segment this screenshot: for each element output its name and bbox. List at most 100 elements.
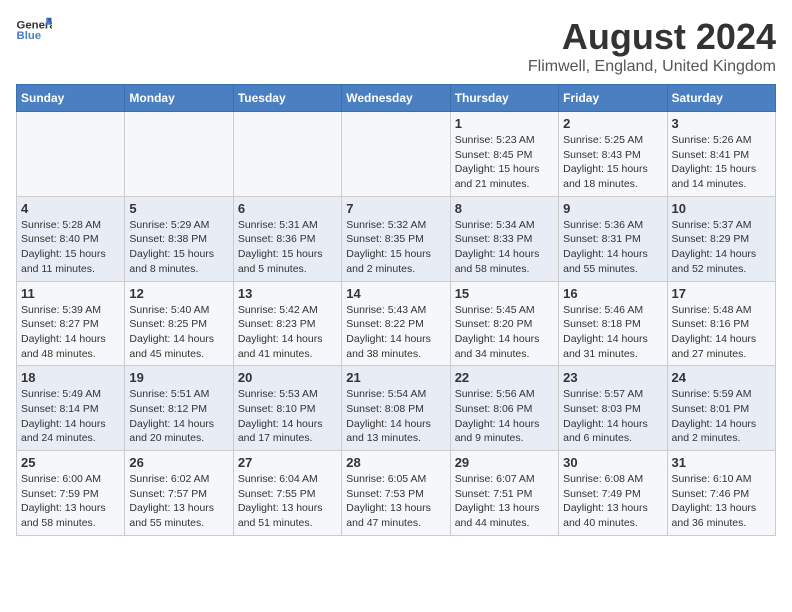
day-info: Sunrise: 5:25 AM Sunset: 8:43 PM Dayligh… bbox=[563, 133, 662, 192]
calendar-cell: 14 Sunrise: 5:43 AM Sunset: 8:22 PM Dayli… bbox=[342, 281, 450, 366]
day-number: 29 bbox=[455, 455, 554, 470]
day-number: 22 bbox=[455, 370, 554, 385]
day-number: 14 bbox=[346, 286, 445, 301]
day-number: 21 bbox=[346, 370, 445, 385]
calendar-cell: 15Sunrise: 5:45 AM Sunset: 8:20 PM Dayli… bbox=[450, 281, 558, 366]
day-number: 18 bbox=[21, 370, 120, 385]
calendar-cell: 26 Sunrise: 6:02 AM Sunset: 7:57 PM Dayli… bbox=[125, 451, 233, 536]
calendar-cell: 23 Sunrise: 5:57 AM Sunset: 8:03 PM Dayli… bbox=[559, 366, 667, 451]
calendar-cell: 11 Sunrise: 5:39 AM Sunset: 8:27 PM Dayli… bbox=[17, 281, 125, 366]
day-info: Sunrise: 6:08 AM Sunset: 7:49 PM Dayligh… bbox=[563, 472, 662, 531]
day-info: Sunrise: 6:00 AM Sunset: 7:59 PM Dayligh… bbox=[21, 472, 120, 531]
day-number: 11 bbox=[21, 286, 120, 301]
calendar-cell: 12 Sunrise: 5:40 AM Sunset: 8:25 PM Dayli… bbox=[125, 281, 233, 366]
day-info: Sunrise: 5:48 AM Sunset: 8:16 PM Dayligh… bbox=[672, 303, 771, 362]
day-info: Sunrise: 5:32 AM Sunset: 8:35 PM Dayligh… bbox=[346, 218, 445, 277]
calendar-cell: 2 Sunrise: 5:25 AM Sunset: 8:43 PM Daylig… bbox=[559, 112, 667, 197]
day-number: 24 bbox=[672, 370, 771, 385]
calendar-cell: 8 Sunrise: 5:34 AM Sunset: 8:33 PM Daylig… bbox=[450, 196, 558, 281]
calendar-week-row: 1Sunrise: 5:23 AM Sunset: 8:45 PM Daylig… bbox=[17, 112, 776, 197]
header-day-tuesday: Tuesday bbox=[233, 85, 341, 112]
day-number: 28 bbox=[346, 455, 445, 470]
day-info: Sunrise: 5:28 AM Sunset: 8:40 PM Dayligh… bbox=[21, 218, 120, 277]
calendar-week-row: 25Sunrise: 6:00 AM Sunset: 7:59 PM Dayli… bbox=[17, 451, 776, 536]
calendar-cell: 24 Sunrise: 5:59 AM Sunset: 8:01 PM Dayli… bbox=[667, 366, 775, 451]
calendar-cell: 29 Sunrise: 6:07 AM Sunset: 7:51 PM Dayli… bbox=[450, 451, 558, 536]
calendar-cell: 31 Sunrise: 6:10 AM Sunset: 7:46 PM Dayli… bbox=[667, 451, 775, 536]
header-day-sunday: Sunday bbox=[17, 85, 125, 112]
day-number: 10 bbox=[672, 201, 771, 216]
day-number: 8 bbox=[455, 201, 554, 216]
calendar-body: 1Sunrise: 5:23 AM Sunset: 8:45 PM Daylig… bbox=[17, 112, 776, 536]
day-number: 6 bbox=[238, 201, 337, 216]
day-number: 16 bbox=[563, 286, 662, 301]
day-info: Sunrise: 5:39 AM Sunset: 8:27 PM Dayligh… bbox=[21, 303, 120, 362]
calendar-cell: 13 Sunrise: 5:42 AM Sunset: 8:23 PM Dayli… bbox=[233, 281, 341, 366]
day-info: Sunrise: 5:57 AM Sunset: 8:03 PM Dayligh… bbox=[563, 387, 662, 446]
calendar-week-row: 18 Sunrise: 5:49 AM Sunset: 8:14 PM Dayli… bbox=[17, 366, 776, 451]
day-info: Sunrise: 5:46 AM Sunset: 8:18 PM Dayligh… bbox=[563, 303, 662, 362]
day-number: 15 bbox=[455, 286, 554, 301]
day-info: Sunrise: 5:49 AM Sunset: 8:14 PM Dayligh… bbox=[21, 387, 120, 446]
calendar-cell: 17 Sunrise: 5:48 AM Sunset: 8:16 PM Dayli… bbox=[667, 281, 775, 366]
day-number: 19 bbox=[129, 370, 228, 385]
day-info: Sunrise: 5:43 AM Sunset: 8:22 PM Dayligh… bbox=[346, 303, 445, 362]
day-info: Sunrise: 5:37 AM Sunset: 8:29 PM Dayligh… bbox=[672, 218, 771, 277]
day-info: Sunrise: 5:54 AM Sunset: 8:08 PM Dayligh… bbox=[346, 387, 445, 446]
day-number: 2 bbox=[563, 116, 662, 131]
subtitle: Flimwell, England, United Kingdom bbox=[528, 58, 776, 76]
day-info: Sunrise: 5:59 AM Sunset: 8:01 PM Dayligh… bbox=[672, 387, 771, 446]
day-info: Sunrise: 5:51 AM Sunset: 8:12 PM Dayligh… bbox=[129, 387, 228, 446]
calendar-cell bbox=[125, 112, 233, 197]
day-number: 30 bbox=[563, 455, 662, 470]
day-info: Sunrise: 6:05 AM Sunset: 7:53 PM Dayligh… bbox=[346, 472, 445, 531]
calendar-cell: 18 Sunrise: 5:49 AM Sunset: 8:14 PM Dayli… bbox=[17, 366, 125, 451]
day-number: 12 bbox=[129, 286, 228, 301]
logo-icon: General Blue bbox=[16, 16, 52, 44]
calendar-cell: 4 Sunrise: 5:28 AM Sunset: 8:40 PM Daylig… bbox=[17, 196, 125, 281]
day-number: 17 bbox=[672, 286, 771, 301]
day-info: Sunrise: 5:34 AM Sunset: 8:33 PM Dayligh… bbox=[455, 218, 554, 277]
calendar-cell: 27Sunrise: 6:04 AM Sunset: 7:55 PM Dayli… bbox=[233, 451, 341, 536]
day-info: Sunrise: 6:07 AM Sunset: 7:51 PM Dayligh… bbox=[455, 472, 554, 531]
day-number: 26 bbox=[129, 455, 228, 470]
calendar-week-row: 11 Sunrise: 5:39 AM Sunset: 8:27 PM Dayli… bbox=[17, 281, 776, 366]
calendar-cell: 5Sunrise: 5:29 AM Sunset: 8:38 PM Daylig… bbox=[125, 196, 233, 281]
day-number: 31 bbox=[672, 455, 771, 470]
page-header: General Blue August 2024 Flimwell, Engla… bbox=[16, 16, 776, 76]
calendar-cell: 3 Sunrise: 5:26 AM Sunset: 8:41 PM Daylig… bbox=[667, 112, 775, 197]
calendar-week-row: 4 Sunrise: 5:28 AM Sunset: 8:40 PM Daylig… bbox=[17, 196, 776, 281]
calendar-cell: 20Sunrise: 5:53 AM Sunset: 8:10 PM Dayli… bbox=[233, 366, 341, 451]
calendar-cell: 16 Sunrise: 5:46 AM Sunset: 8:18 PM Dayli… bbox=[559, 281, 667, 366]
day-info: Sunrise: 5:53 AM Sunset: 8:10 PM Dayligh… bbox=[238, 387, 337, 446]
day-number: 4 bbox=[21, 201, 120, 216]
day-info: Sunrise: 5:36 AM Sunset: 8:31 PM Dayligh… bbox=[563, 218, 662, 277]
day-number: 7 bbox=[346, 201, 445, 216]
day-number: 3 bbox=[672, 116, 771, 131]
calendar-cell bbox=[233, 112, 341, 197]
header-day-saturday: Saturday bbox=[667, 85, 775, 112]
day-info: Sunrise: 6:02 AM Sunset: 7:57 PM Dayligh… bbox=[129, 472, 228, 531]
svg-text:Blue: Blue bbox=[17, 30, 42, 42]
calendar-cell: 21 Sunrise: 5:54 AM Sunset: 8:08 PM Dayli… bbox=[342, 366, 450, 451]
day-number: 23 bbox=[563, 370, 662, 385]
calendar-cell: 25Sunrise: 6:00 AM Sunset: 7:59 PM Dayli… bbox=[17, 451, 125, 536]
day-info: Sunrise: 6:10 AM Sunset: 7:46 PM Dayligh… bbox=[672, 472, 771, 531]
day-number: 1 bbox=[455, 116, 554, 131]
header-day-monday: Monday bbox=[125, 85, 233, 112]
header-day-wednesday: Wednesday bbox=[342, 85, 450, 112]
header-day-friday: Friday bbox=[559, 85, 667, 112]
logo: General Blue bbox=[16, 16, 52, 44]
day-number: 5 bbox=[129, 201, 228, 216]
day-number: 9 bbox=[563, 201, 662, 216]
day-info: Sunrise: 5:56 AM Sunset: 8:06 PM Dayligh… bbox=[455, 387, 554, 446]
calendar-cell: 10 Sunrise: 5:37 AM Sunset: 8:29 PM Dayli… bbox=[667, 196, 775, 281]
calendar-cell bbox=[342, 112, 450, 197]
day-info: Sunrise: 5:26 AM Sunset: 8:41 PM Dayligh… bbox=[672, 133, 771, 192]
calendar-header-row: SundayMondayTuesdayWednesdayThursdayFrid… bbox=[17, 85, 776, 112]
calendar-cell: 1Sunrise: 5:23 AM Sunset: 8:45 PM Daylig… bbox=[450, 112, 558, 197]
day-info: Sunrise: 5:42 AM Sunset: 8:23 PM Dayligh… bbox=[238, 303, 337, 362]
day-number: 13 bbox=[238, 286, 337, 301]
day-info: Sunrise: 5:40 AM Sunset: 8:25 PM Dayligh… bbox=[129, 303, 228, 362]
calendar-cell: 6Sunrise: 5:31 AM Sunset: 8:36 PM Daylig… bbox=[233, 196, 341, 281]
